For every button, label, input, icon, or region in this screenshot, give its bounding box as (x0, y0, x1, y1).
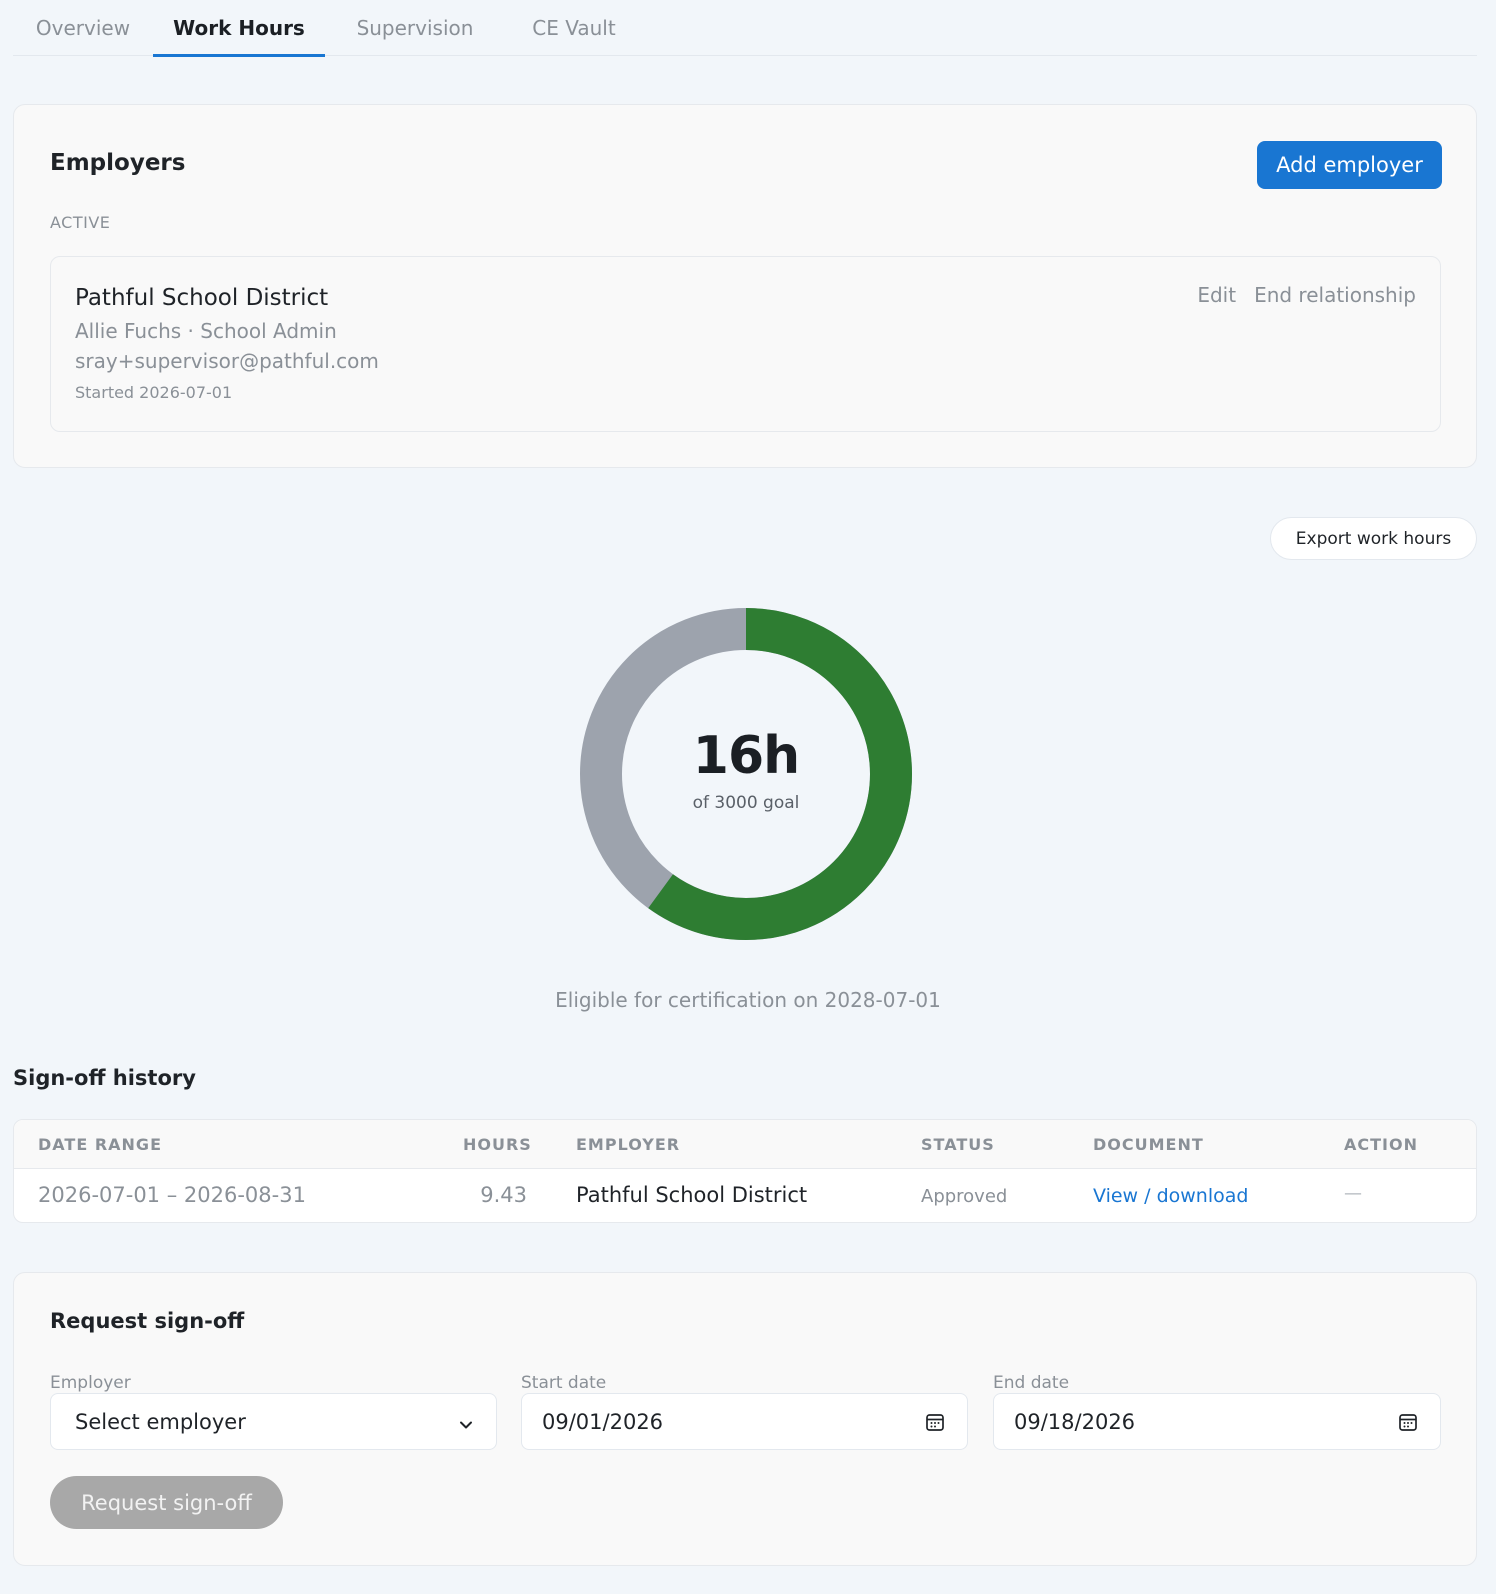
tab-overview[interactable]: Overview (13, 0, 153, 56)
signoff-history-title: Sign-off history (13, 1066, 196, 1090)
calendar-icon[interactable] (925, 1412, 945, 1437)
end-date-label: End date (993, 1373, 1070, 1393)
active-section-label: ACTIVE (50, 213, 111, 232)
col-date-range: DATE RANGE (38, 1135, 162, 1154)
end-date-value: 09/18/2026 (1014, 1409, 1136, 1434)
hours-goal: of 3000 goal (692, 793, 800, 813)
employer-select-value: Select employer (75, 1409, 246, 1434)
cell-action: — (1344, 1183, 1362, 1204)
employers-title: Employers (50, 150, 186, 176)
col-status: STATUS (921, 1135, 995, 1154)
chevron-down-icon (458, 1414, 474, 1438)
cell-hours: 9.43 (480, 1183, 527, 1207)
tab-supervision[interactable]: Supervision (325, 0, 505, 56)
export-work-hours-button[interactable]: Export work hours (1270, 517, 1477, 560)
tab-bar: Overview Work Hours Supervision CE Vault (13, 0, 1477, 57)
employer-email: sray+supervisor@pathful.com (75, 349, 379, 373)
employer-select[interactable]: Select employer (50, 1393, 497, 1450)
signoff-history-table: DATE RANGE HOURS EMPLOYER STATUS DOCUMEN… (13, 1119, 1477, 1223)
tab-ce-vault[interactable]: CE Vault (505, 0, 643, 56)
employer-name: Pathful School District (75, 285, 329, 311)
employer-item: Pathful School District Allie Fuchs · Sc… (50, 256, 1441, 432)
col-action: ACTION (1344, 1135, 1418, 1154)
request-signoff-title: Request sign-off (50, 1309, 245, 1333)
view-download-link[interactable]: View / download (1093, 1185, 1248, 1207)
col-document: DOCUMENT (1093, 1135, 1204, 1154)
employer-actions: Edit End relationship (1197, 283, 1416, 307)
request-signoff-button[interactable]: Request sign-off (50, 1476, 283, 1529)
status-badge: Approved (921, 1186, 1008, 1207)
hours-total: 16h (692, 726, 800, 786)
employer-supervisor: Allie Fuchs · School Admin (75, 319, 337, 343)
col-employer: EMPLOYER (576, 1135, 681, 1154)
end-relationship-link[interactable]: End relationship (1254, 283, 1416, 307)
add-employer-button[interactable]: Add employer (1257, 141, 1442, 189)
employer-start-date: Started 2026-07-01 (75, 383, 233, 402)
employers-card: Employers Add employer ACTIVE Pathful Sc… (13, 104, 1477, 468)
table-header: DATE RANGE HOURS EMPLOYER STATUS DOCUMEN… (14, 1120, 1476, 1169)
edit-employer-link[interactable]: Edit (1197, 283, 1236, 307)
request-signoff-card: Request sign-off Employer Select employe… (13, 1272, 1477, 1566)
start-date-value: 09/01/2026 (542, 1409, 664, 1434)
start-date-label: Start date (521, 1373, 607, 1393)
calendar-icon[interactable] (1398, 1412, 1418, 1437)
eligibility-text: Eligible for certification on 2028-07-01 (555, 988, 941, 1012)
end-date-input[interactable]: 09/18/2026 (993, 1393, 1441, 1450)
cell-date-range: 2026-07-01 – 2026-08-31 (38, 1183, 306, 1207)
cell-employer: Pathful School District (576, 1183, 808, 1207)
tab-work-hours[interactable]: Work Hours (153, 0, 325, 57)
col-hours: HOURS (463, 1135, 532, 1154)
start-date-input[interactable]: 09/01/2026 (521, 1393, 968, 1450)
employer-label: Employer (50, 1373, 131, 1393)
